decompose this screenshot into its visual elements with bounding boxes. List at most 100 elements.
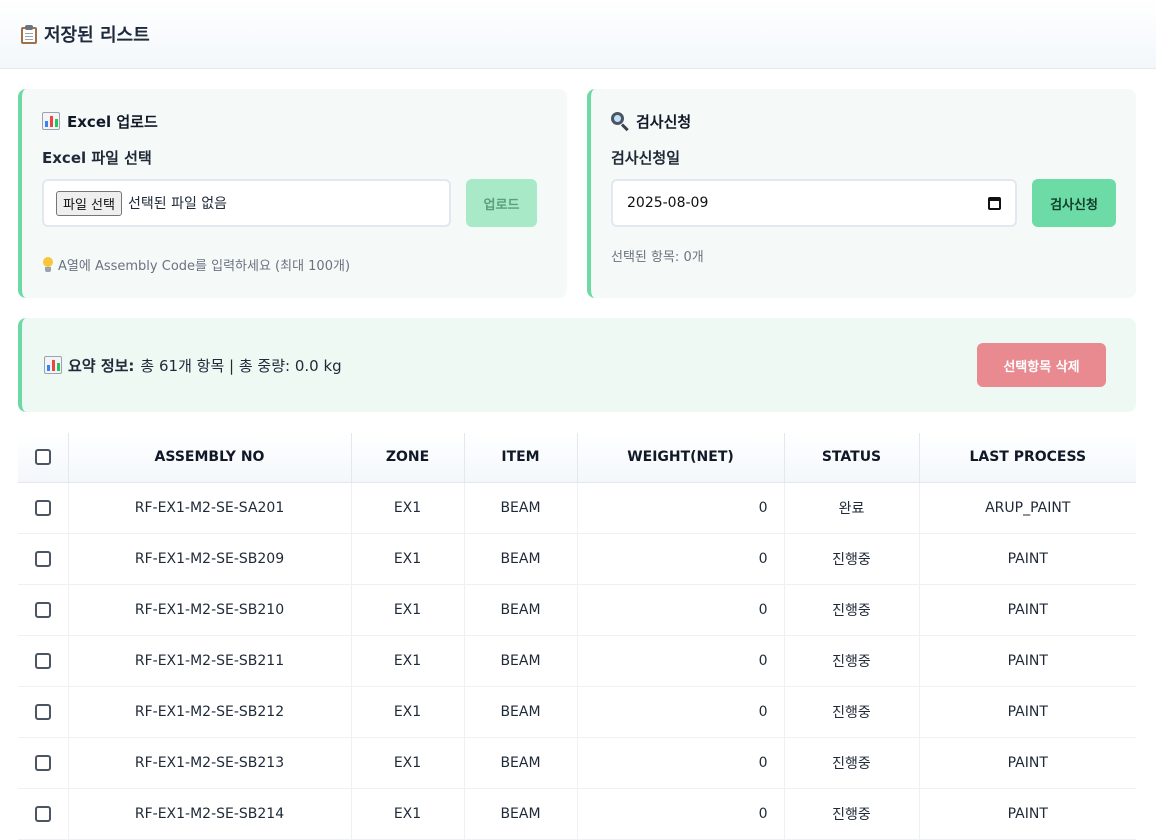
inspection-panel-title: 검사신청: [611, 109, 1116, 133]
bar-chart-icon: [44, 356, 62, 374]
excel-upload-panel: Excel 업로드 Excel 파일 선택 파일 선택 선택된 파일 없음 업로…: [18, 89, 567, 298]
selected-count-text: 선택된 항목: 0개: [611, 250, 704, 265]
zone-cell: EX1: [351, 788, 465, 840]
assembly-no-cell: RF-EX1-M2-SE-SB212: [68, 686, 352, 738]
assembly-no-cell: RF-EX1-M2-SE-SB209: [68, 533, 352, 585]
row-checkbox[interactable]: [34, 703, 51, 720]
inspection-date-label: 검사신청일: [611, 149, 681, 167]
weight-cell: 0: [577, 737, 785, 789]
upload-hint-text: A열에 Assembly Code를 입력하세요 (최대 100개): [58, 259, 351, 274]
assembly-no-cell: RF-EX1-M2-SE-SB213: [68, 737, 352, 789]
status-cell: 완료: [784, 482, 920, 534]
column-header-weight[interactable]: WEIGHT(NET): [577, 433, 785, 483]
upload-panel-title: Excel 업로드: [42, 109, 547, 133]
row-select-cell: [18, 584, 69, 636]
assembly-table: ASSEMBLY NO ZONE ITEM WEIGHT(NET) STATUS…: [18, 433, 1136, 840]
last-process-cell: PAINT: [919, 737, 1136, 789]
column-header-item[interactable]: ITEM: [464, 433, 578, 483]
magnifier-icon: [611, 112, 629, 132]
inspection-panel-title-text: 검사신청: [636, 112, 692, 131]
upload-button[interactable]: 업로드: [466, 179, 537, 227]
bar-chart-icon: [42, 112, 60, 130]
zone-cell: EX1: [351, 482, 465, 534]
weight-cell: 0: [577, 482, 785, 534]
zone-cell: EX1: [351, 686, 465, 738]
page-title: 저장된 리스트: [20, 21, 150, 47]
item-cell: BEAM: [464, 788, 578, 840]
column-header-zone[interactable]: ZONE: [351, 433, 465, 483]
zone-cell: EX1: [351, 635, 465, 687]
row-checkbox[interactable]: [34, 499, 51, 516]
table-row[interactable]: RF-EX1-M2-SE-SA201 EX1 BEAM 0 완료 ARUP_PA…: [18, 482, 1136, 534]
status-cell: 진행중: [784, 788, 920, 840]
last-process-cell: PAINT: [919, 533, 1136, 585]
item-cell: BEAM: [464, 584, 578, 636]
last-process-cell: PAINT: [919, 788, 1136, 840]
calendar-icon[interactable]: [988, 196, 1001, 210]
status-cell: 진행중: [784, 584, 920, 636]
clipboard-icon: [20, 24, 38, 44]
item-cell: BEAM: [464, 533, 578, 585]
inspection-date-value: 2025-08-09: [627, 195, 709, 211]
inspection-request-panel: 검사신청 검사신청일 2025-08-09 검사신청 선택된 항목: 0개: [587, 89, 1136, 298]
status-cell: 진행중: [784, 686, 920, 738]
summary-label: 요약 정보:: [68, 356, 135, 375]
weight-cell: 0: [577, 533, 785, 585]
file-status-text: 선택된 파일 없음: [127, 196, 228, 212]
table-row[interactable]: RF-EX1-M2-SE-SB210 EX1 BEAM 0 진행중 PAINT: [18, 584, 1136, 636]
select-all-checkbox[interactable]: [34, 449, 51, 466]
row-select-cell: [18, 482, 69, 534]
assembly-no-cell: RF-EX1-M2-SE-SB210: [68, 584, 352, 636]
row-select-cell: [18, 533, 69, 585]
status-cell: 진행중: [784, 533, 920, 585]
last-process-cell: PAINT: [919, 584, 1136, 636]
assembly-no-cell: RF-EX1-M2-SE-SB211: [68, 635, 352, 687]
row-checkbox[interactable]: [34, 805, 51, 822]
weight-cell: 0: [577, 686, 785, 738]
weight-cell: 0: [577, 635, 785, 687]
row-checkbox[interactable]: [34, 754, 51, 771]
inspection-request-button[interactable]: 검사신청: [1032, 179, 1116, 227]
row-select-cell: [18, 635, 69, 687]
file-select-label: Excel 파일 선택: [42, 149, 152, 167]
row-select-cell: [18, 686, 69, 738]
upload-panel-title-text: Excel 업로드: [67, 112, 158, 131]
item-cell: BEAM: [464, 635, 578, 687]
assembly-no-cell: RF-EX1-M2-SE-SA201: [68, 482, 352, 534]
column-header-assembly-no[interactable]: ASSEMBLY NO: [68, 433, 352, 483]
status-cell: 진행중: [784, 635, 920, 687]
summary-text: 총 61개 항목 | 총 중량: 0.0 kg: [140, 356, 342, 375]
weight-cell: 0: [577, 584, 785, 636]
upload-hint: A열에 Assembly Code를 입력하세요 (최대 100개): [42, 255, 547, 274]
item-cell: BEAM: [464, 482, 578, 534]
table-row[interactable]: RF-EX1-M2-SE-SB214 EX1 BEAM 0 진행중 PAINT: [18, 788, 1136, 840]
choose-file-button[interactable]: 파일 선택: [56, 190, 122, 216]
assembly-no-cell: RF-EX1-M2-SE-SB214: [68, 788, 352, 840]
table-row[interactable]: RF-EX1-M2-SE-SB209 EX1 BEAM 0 진행중 PAINT: [18, 533, 1136, 585]
last-process-cell: PAINT: [919, 686, 1136, 738]
summary-bar: 요약 정보: 총 61개 항목 | 총 중량: 0.0 kg 선택항목 삭제: [18, 318, 1136, 412]
item-cell: BEAM: [464, 686, 578, 738]
select-all-cell: [18, 433, 69, 483]
row-checkbox[interactable]: [34, 550, 51, 567]
page-header: 저장된 리스트: [0, 0, 1156, 69]
inspection-date-input[interactable]: 2025-08-09: [611, 179, 1017, 227]
file-input[interactable]: 파일 선택 선택된 파일 없음: [42, 179, 451, 227]
delete-selected-button[interactable]: 선택항목 삭제: [977, 343, 1106, 387]
summary-info: 요약 정보: 총 61개 항목 | 총 중량: 0.0 kg: [44, 355, 342, 376]
table-row[interactable]: RF-EX1-M2-SE-SB213 EX1 BEAM 0 진행중 PAINT: [18, 737, 1136, 789]
item-cell: BEAM: [464, 737, 578, 789]
column-header-status[interactable]: STATUS: [784, 433, 920, 483]
column-header-last-process[interactable]: LAST PROCESS: [919, 433, 1136, 483]
row-checkbox[interactable]: [34, 601, 51, 618]
table-header-row: ASSEMBLY NO ZONE ITEM WEIGHT(NET) STATUS…: [18, 433, 1136, 483]
table-row[interactable]: RF-EX1-M2-SE-SB211 EX1 BEAM 0 진행중 PAINT: [18, 635, 1136, 687]
table-row[interactable]: RF-EX1-M2-SE-SB212 EX1 BEAM 0 진행중 PAINT: [18, 686, 1136, 738]
page-title-text: 저장된 리스트: [44, 25, 150, 46]
zone-cell: EX1: [351, 584, 465, 636]
row-select-cell: [18, 788, 69, 840]
row-checkbox[interactable]: [34, 652, 51, 669]
weight-cell: 0: [577, 788, 785, 840]
zone-cell: EX1: [351, 737, 465, 789]
last-process-cell: ARUP_PAINT: [919, 482, 1136, 534]
